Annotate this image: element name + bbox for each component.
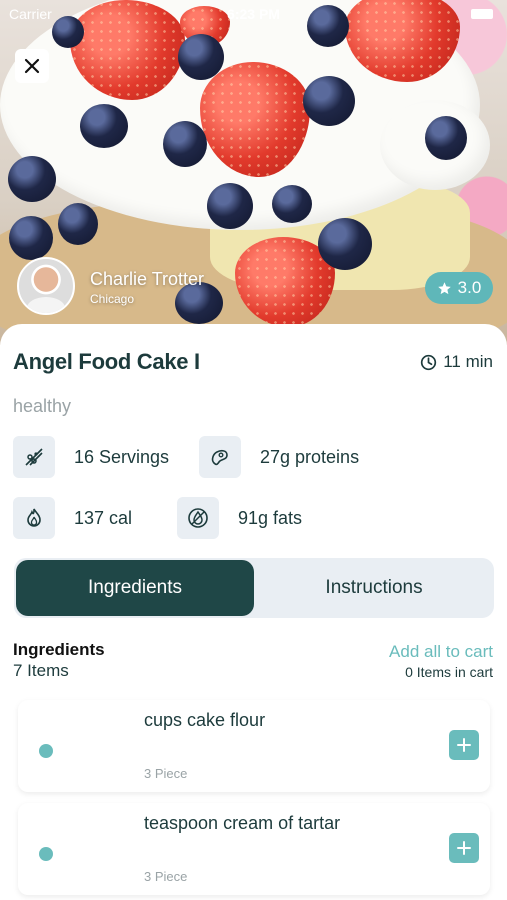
ingredient-name: cups cake flour: [144, 710, 266, 730]
chef-name[interactable]: Charlie Trotter: [90, 269, 204, 290]
ingredients-count: 7 Items: [13, 661, 69, 680]
blueberry: [9, 216, 53, 260]
blueberry: [178, 34, 224, 80]
cook-time: 11 min: [420, 352, 493, 372]
plus-icon: [457, 841, 471, 855]
close-icon: [24, 58, 40, 74]
blueberry: [80, 104, 128, 148]
ingredient-row[interactable]: teaspoon cream of tartar 3 Piece: [18, 803, 490, 895]
recipe-tag: healthy: [13, 396, 72, 416]
add-all-to-cart-button[interactable]: Add all to cart: [389, 642, 493, 662]
plus-icon: [457, 738, 471, 752]
servings-icon: [13, 436, 55, 478]
bullet-dot: [39, 847, 53, 861]
blueberry: [58, 203, 98, 245]
rating-value: 3.0: [457, 278, 482, 297]
status-time: 6:23 PM: [227, 6, 280, 22]
add-ingredient-button[interactable]: [449, 833, 479, 863]
bullet-dot: [39, 744, 53, 758]
rating-badge: 3.0: [425, 272, 493, 304]
protein-label: 27g proteins: [260, 447, 360, 467]
ingredient-quantity: 3 Piece: [144, 766, 188, 781]
blueberry: [8, 156, 56, 202]
recipe-title: Angel Food Cake I: [13, 349, 200, 374]
battery-icon: [471, 9, 493, 19]
servings-label: 16 Servings: [74, 447, 170, 467]
fat-label: 91g fats: [238, 508, 303, 528]
clock-icon: [421, 354, 437, 370]
blueberry: [425, 116, 467, 160]
blueberry: [163, 121, 207, 167]
chef-location: Chicago: [90, 292, 135, 306]
ingredient-row[interactable]: cups cake flour 3 Piece: [18, 700, 490, 792]
recipe-tabs: Ingredients Instructions: [14, 558, 494, 618]
tab-instructions[interactable]: Instructions: [256, 560, 492, 616]
cook-time-value: 11 min: [443, 352, 493, 371]
ingredient-quantity: 3 Piece: [144, 869, 188, 884]
status-bar: Carrier 6:23 PM: [0, 0, 507, 28]
add-ingredient-button[interactable]: [449, 730, 479, 760]
protein-icon: [199, 436, 241, 478]
star-icon: [437, 281, 451, 294]
fat-icon: [177, 497, 219, 539]
calories-icon: [13, 497, 55, 539]
chef-avatar[interactable]: [17, 257, 75, 315]
blueberry: [303, 76, 355, 126]
calories-label: 137 cal: [74, 508, 133, 528]
blueberry: [272, 185, 312, 223]
blueberry: [318, 218, 372, 270]
ingredient-name: teaspoon cream of tartar: [144, 813, 341, 833]
tab-ingredients[interactable]: Ingredients: [16, 560, 254, 616]
close-button[interactable]: [15, 49, 49, 83]
blueberry: [207, 183, 253, 229]
ingredients-heading: Ingredients: [13, 640, 105, 659]
cart-count: 0 Items in cart: [405, 664, 493, 680]
